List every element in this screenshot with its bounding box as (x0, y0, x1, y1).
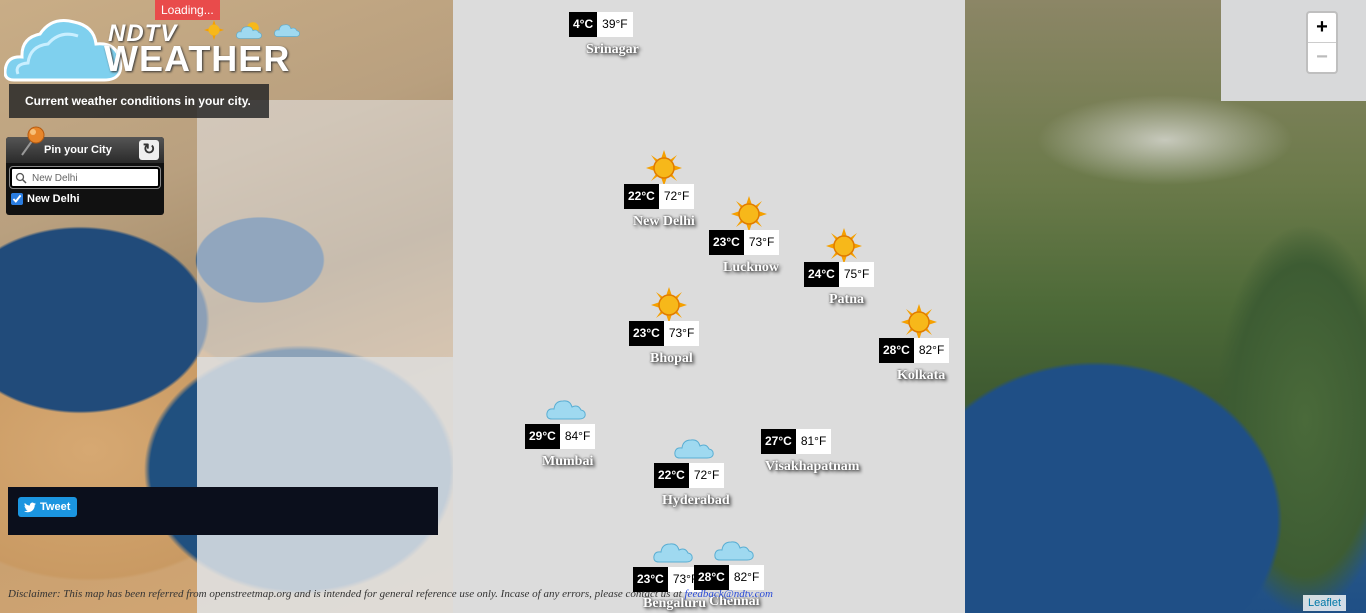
temperature-badge: 28°C 82°F (879, 338, 950, 363)
temp-celsius: 24°C (804, 262, 839, 287)
feedback-email-link[interactable]: feedback@ndtv.com (685, 588, 773, 600)
city-label: Bhopal (650, 351, 693, 366)
tweet-button[interactable]: Tweet (18, 497, 78, 517)
map-tile-haze (197, 100, 453, 357)
temp-fahrenheit: 72°F (658, 184, 695, 209)
temp-fahrenheit: 75°F (838, 262, 875, 287)
cloud-icon (714, 541, 754, 561)
temperature-badge: 29°C 84°F (525, 424, 596, 449)
city-label: Patna (829, 292, 864, 307)
temp-fahrenheit: 39°F (597, 12, 633, 37)
zoom-control: + − (1306, 11, 1338, 74)
map-tile-unloaded (453, 0, 965, 613)
temperature-badge: 24°C 75°F (804, 262, 875, 287)
tweet-label: Tweet (40, 501, 71, 513)
cloud-icon (653, 543, 693, 563)
pin-city-panel: Pin your City ↻ New Delhi (6, 126, 164, 215)
cloud-icon (546, 400, 586, 420)
city-checkbox-row[interactable]: New Delhi (11, 193, 80, 205)
temp-celsius: 27°C (761, 429, 796, 454)
brand-weather: WEATHER (104, 38, 291, 79)
city-label: Srinagar (586, 42, 639, 57)
city-label: New Delhi (633, 214, 695, 229)
temperature-badge: 23°C 73°F (709, 230, 780, 255)
temp-celsius: 28°C (879, 338, 914, 363)
temp-celsius: 29°C (525, 424, 560, 449)
city-label: Kolkata (897, 368, 946, 383)
partly-cloudy-icon (236, 22, 262, 39)
sun-icon (901, 304, 937, 340)
temperature-badge: 22°C 72°F (654, 463, 725, 488)
leaflet-attribution-link[interactable]: Leaflet (1303, 595, 1347, 611)
city-search-input[interactable] (32, 170, 156, 186)
cloud-icon (674, 439, 714, 459)
city-search-box[interactable] (10, 167, 160, 188)
refresh-button[interactable]: ↻ (139, 140, 159, 160)
city-checkbox[interactable] (11, 193, 23, 205)
twitter-bird-icon (24, 502, 36, 512)
temp-fahrenheit: 82°F (728, 565, 765, 590)
temperature-badge: 23°C 73°F (629, 321, 700, 346)
temp-fahrenheit: 73°F (743, 230, 780, 255)
temp-celsius: 4°C (569, 12, 598, 37)
refresh-icon: ↻ (142, 141, 156, 158)
temp-fahrenheit: 73°F (663, 321, 700, 346)
city-checkbox-label: New Delhi (27, 193, 80, 205)
map-tile-unloaded (1221, 0, 1366, 101)
city-label: Hyderabad (662, 493, 730, 508)
temp-fahrenheit: 81°F (795, 429, 832, 454)
pin-panel-header: Pin your City ↻ (6, 126, 164, 163)
zoom-in-button[interactable]: + (1308, 13, 1336, 42)
temp-celsius: 28°C (694, 565, 729, 590)
sun-icon (651, 287, 687, 323)
sun-icon (826, 228, 862, 264)
share-bar: Tweet (8, 487, 438, 535)
temperature-badge: 28°C 82°F (694, 565, 765, 590)
temp-fahrenheit: 82°F (913, 338, 950, 363)
temp-celsius: 22°C (654, 463, 689, 488)
pin-panel-title: Pin your City (44, 144, 112, 156)
temperature-badge: 4°C 39°F (569, 12, 633, 37)
sun-icon (646, 150, 682, 186)
temp-celsius: 23°C (629, 321, 664, 346)
sun-icon (731, 196, 767, 232)
tagline: Current weather conditions in your city. (9, 84, 269, 118)
zoom-out-button[interactable]: − (1308, 42, 1336, 71)
temp-celsius: 22°C (624, 184, 659, 209)
city-label: Lucknow (723, 260, 780, 275)
temp-fahrenheit: 84°F (559, 424, 596, 449)
sun-icon (204, 20, 224, 40)
map-tile-haze (197, 357, 453, 613)
city-label: Visakhapatnam (765, 459, 860, 474)
search-icon (15, 172, 27, 184)
city-label: Mumbai (542, 454, 594, 469)
ndtv-weather-logo[interactable]: NDTV WEATHER (4, 8, 304, 84)
temperature-badge: 27°C 81°F (761, 429, 832, 454)
temperature-badge: 22°C 72°F (624, 184, 695, 209)
cloud-icon (274, 24, 300, 37)
pushpin-icon (21, 126, 45, 156)
temp-fahrenheit: 72°F (688, 463, 725, 488)
temp-celsius: 23°C (709, 230, 744, 255)
loading-indicator: Loading... (155, 0, 220, 20)
disclaimer: Disclaimer: This map has been referred f… (8, 588, 773, 600)
disclaimer-text: Disclaimer: This map has been referred f… (8, 588, 682, 600)
